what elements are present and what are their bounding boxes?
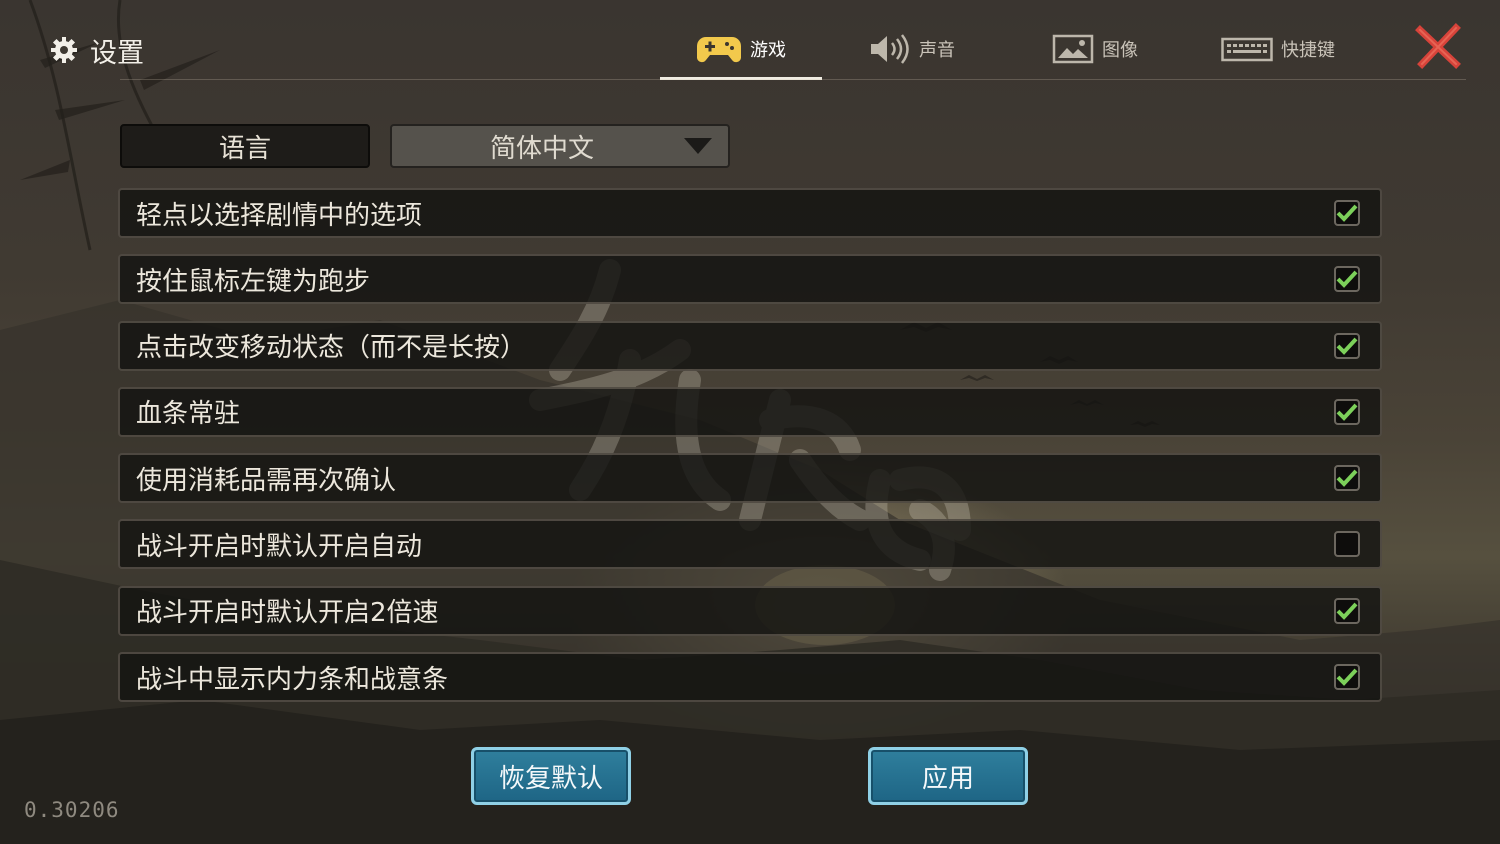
keyboard-icon — [1221, 37, 1273, 62]
tab-game[interactable]: 游戏 — [660, 18, 822, 80]
option-label: 战斗中显示内力条和战意条 — [136, 664, 449, 695]
tab-image-label: 图像 — [1102, 40, 1138, 61]
option-row: 点击改变移动状态（而不是长按） — [118, 320, 1382, 371]
checkmark-icon — [1336, 469, 1358, 488]
apply-button[interactable]: 应用 — [868, 747, 1028, 805]
restore-defaults-button[interactable]: 恢复默认 — [471, 747, 631, 805]
version-label: 0.30206 — [24, 798, 120, 822]
option-row: 战斗开启时默认开启自动 — [118, 519, 1382, 570]
option-label: 血条常驻 — [136, 399, 241, 430]
checkmark-icon — [1336, 337, 1358, 355]
tab-bar: 游戏 声音 图像 快捷键 — [660, 18, 1368, 80]
option-label: 使用消耗品需再次确认 — [136, 465, 397, 496]
settings-header: 设置 游戏 声音 图像 快捷键 — [0, 0, 1500, 82]
checkmark-icon — [1336, 270, 1358, 289]
picture-icon — [1052, 34, 1094, 64]
option-checkbox[interactable] — [1334, 398, 1360, 425]
option-label: 战斗开启时默认开启2倍速 — [136, 598, 439, 629]
option-label: 战斗开启时默认开启自动 — [136, 531, 423, 562]
option-checkbox[interactable] — [1334, 332, 1360, 359]
option-row: 轻点以选择剧情中的选项 — [118, 188, 1382, 238]
option-checkbox[interactable] — [1334, 597, 1360, 624]
language-value: 简体中文 — [489, 133, 594, 164]
tab-keys[interactable]: 快捷键 — [1188, 18, 1368, 80]
checkmark-icon — [1336, 403, 1358, 421]
option-checkbox[interactable] — [1334, 266, 1360, 293]
option-checkbox[interactable] — [1334, 200, 1360, 226]
option-checkbox[interactable] — [1334, 664, 1360, 691]
option-row: 按住鼠标左键为跑步 — [118, 254, 1382, 305]
option-checkbox[interactable] — [1334, 531, 1360, 558]
close-icon[interactable] — [1414, 22, 1462, 70]
tab-sound-label: 声音 — [919, 40, 955, 61]
title-text: 设置 — [90, 37, 144, 69]
tab-game-label: 游戏 — [750, 40, 786, 61]
tab-image[interactable]: 图像 — [1002, 18, 1188, 80]
language-dropdown[interactable]: 简体中文 — [390, 124, 730, 168]
option-row: 战斗中显示内力条和战意条 — [118, 652, 1382, 703]
options-list: 轻点以选择剧情中的选项 按住鼠标左键为跑步 点击改变移动状态（而不是长按） 血条… — [118, 188, 1382, 718]
option-label: 轻点以选择剧情中的选项 — [136, 200, 423, 231]
tab-sound[interactable]: 声音 — [822, 18, 1002, 80]
checkmark-icon — [1336, 602, 1358, 620]
option-row: 使用消耗品需再次确认 — [118, 453, 1382, 504]
tab-keys-label: 快捷键 — [1281, 40, 1335, 61]
option-label: 按住鼠标左键为跑步 — [136, 266, 371, 297]
option-row: 战斗开启时默认开启2倍速 — [118, 585, 1382, 636]
page-title: 设置 — [50, 30, 144, 70]
option-label: 点击改变移动状态（而不是长按） — [136, 333, 527, 364]
header-divider — [120, 79, 1466, 80]
checkmark-icon — [1336, 668, 1358, 686]
dropdown-arrow-icon — [684, 138, 712, 154]
speaker-icon — [871, 34, 909, 64]
option-checkbox[interactable] — [1334, 465, 1360, 492]
checkmark-icon — [1336, 204, 1358, 222]
gamepad-icon — [697, 37, 741, 63]
gear-icon — [51, 37, 77, 63]
option-row: 血条常驻 — [118, 386, 1382, 437]
language-label: 语言 — [120, 124, 370, 168]
